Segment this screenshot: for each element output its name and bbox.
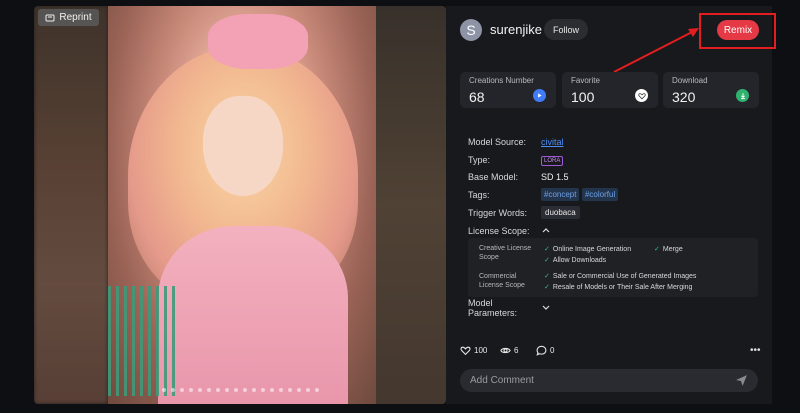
heart-icon [635,89,648,102]
views-indicator: 6 [500,345,518,356]
comment-button[interactable]: 0 [536,345,554,356]
trigger-word-chip[interactable]: duobaca [541,206,580,219]
image-bow [208,14,308,69]
license-scope-panel: Creative License Scope ✓ Online Image Gen… [468,238,758,297]
slide-dot[interactable] [270,388,274,392]
image-dress [158,226,348,404]
slide-dot[interactable] [234,388,238,392]
type-value: LORA [541,156,564,166]
creative-license-label: Creative License Scope [479,245,532,261]
slide-dot[interactable] [207,388,211,392]
license-scope-label: License Scope: [468,226,530,236]
type-label: Type: [468,155,491,165]
reprint-icon [45,14,55,21]
eye-icon [500,347,511,354]
username[interactable]: surenjike [490,22,542,37]
tags-list: #concept #colorful [541,188,619,201]
stat-label: Download [672,76,708,85]
play-icon [533,89,546,102]
type-badge: LORA [541,154,564,166]
base-model-value: SD 1.5 [541,172,569,182]
stat-value: 320 [672,89,696,105]
avatar[interactable]: S [460,19,482,41]
tag-chip[interactable]: #concept [541,188,580,201]
slide-dot[interactable] [216,388,220,392]
model-parameters-label: Model Parameters: [468,298,518,318]
comment-count: 0 [550,346,555,355]
comment-icon [536,345,547,356]
chevron-up-icon[interactable] [541,225,551,235]
slide-dot[interactable] [171,388,175,392]
model-source-link[interactable]: civital [541,137,564,147]
base-model-label: Base Model: [468,172,519,182]
background-blur-right [376,6,446,404]
comment-input[interactable] [470,374,720,387]
image-face [203,96,283,196]
heart-icon [460,346,471,356]
generated-image[interactable] [108,6,376,404]
comment-box [460,369,758,392]
like-button[interactable]: 100 [460,345,487,356]
reprint-label: Reprint [59,12,92,23]
slide-dot[interactable] [180,388,184,392]
tag-chip[interactable]: #colorful [581,188,619,201]
slide-indicator[interactable] [162,388,319,392]
like-count: 100 [474,346,488,355]
stat-label: Favorite [571,76,600,85]
slide-dot[interactable] [306,388,310,392]
more-options-icon[interactable]: ••• [750,345,761,356]
view-count: 6 [514,346,519,355]
license-item-resale: ✓ Resale of Models or Their Sale After Me… [544,284,693,291]
license-item-merge: ✓ Merge [654,246,683,253]
stat-card-download[interactable]: Download 320 [663,72,759,108]
trigger-words-label: Trigger Words: [468,208,528,218]
model-source-label: Model Source: [468,137,527,147]
tags-label: Tags: [468,190,490,200]
license-item-sale-commercial: ✓ Sale or Commercial Use of Generated Ima… [544,273,697,280]
slide-dot[interactable] [162,388,166,392]
slide-dot[interactable] [288,388,292,392]
reprint-button[interactable]: Reprint [38,9,99,26]
slide-dot[interactable] [189,388,193,392]
trigger-words: duobaca [541,206,580,219]
license-item-allow-downloads: ✓ Allow Downloads [544,257,607,264]
stat-label: Creations Number [469,76,534,85]
image-viewer[interactable] [34,6,446,404]
slide-dot[interactable] [198,388,202,392]
download-icon [736,89,749,102]
follow-button[interactable]: Follow [544,19,588,40]
slide-dot[interactable] [297,388,301,392]
chevron-down-icon[interactable] [541,302,551,312]
annotation-highlight-box [699,13,776,49]
stat-value: 100 [571,89,595,105]
slide-dot[interactable] [225,388,229,392]
slide-dot[interactable] [261,388,265,392]
slide-dot[interactable] [252,388,256,392]
background-blur-left [34,6,108,404]
stat-card-favorite[interactable]: Favorite 100 [562,72,658,108]
image-cart [108,286,178,396]
slide-dot[interactable] [279,388,283,392]
stat-value: 68 [469,89,485,105]
license-item-online-generation: ✓ Online Image Generation [544,246,632,253]
commercial-license-label: Commercial License Scope [479,273,525,289]
slide-dot[interactable] [243,388,247,392]
stat-card-creations[interactable]: Creations Number 68 [460,72,556,108]
send-icon[interactable] [735,374,748,387]
slide-dot[interactable] [315,388,319,392]
